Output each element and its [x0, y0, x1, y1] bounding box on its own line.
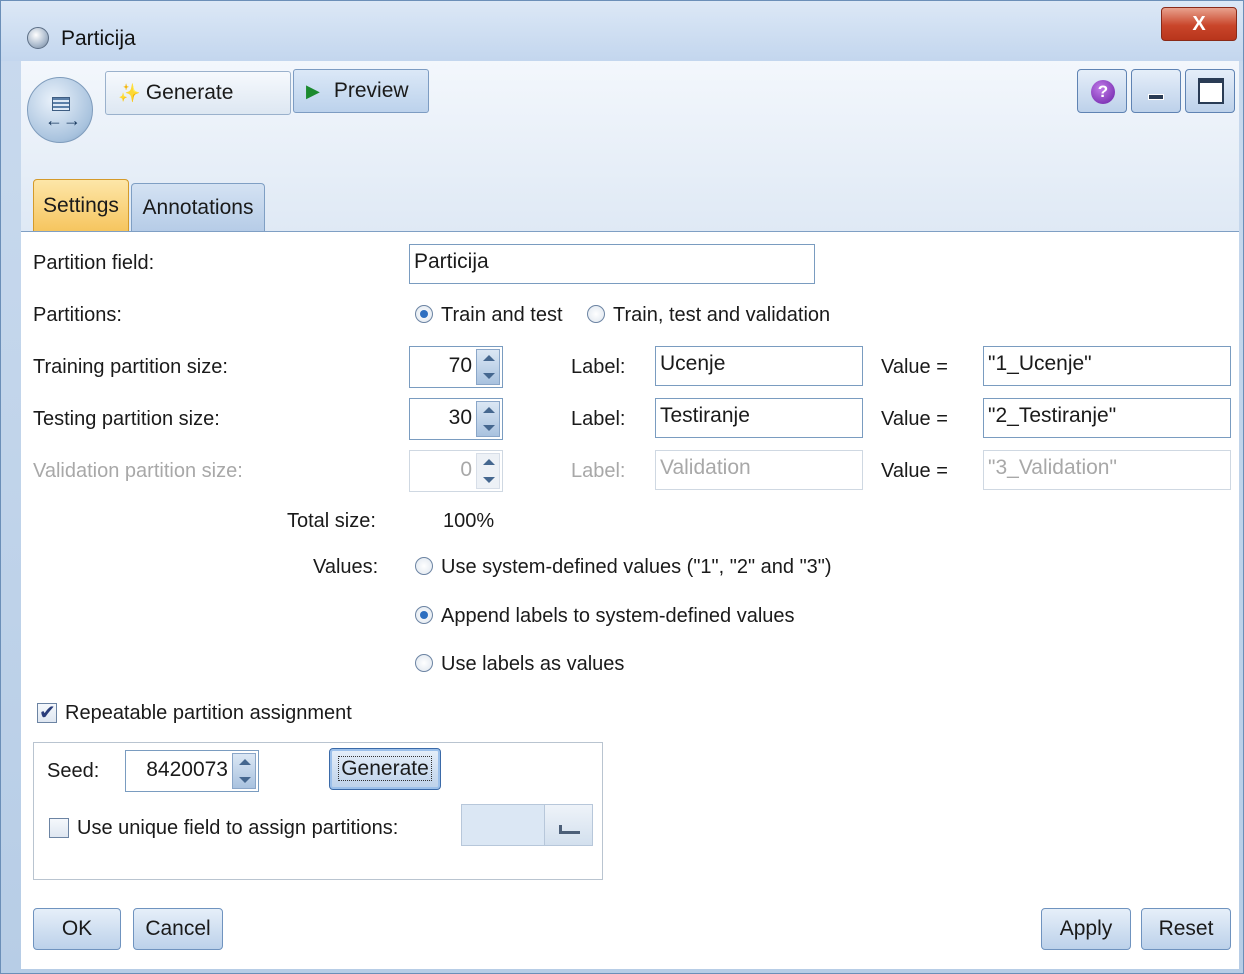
use-labels-label: Use labels as values: [441, 653, 625, 675]
train-and-test-label: Train and test: [441, 304, 563, 326]
tab-settings[interactable]: Settings: [33, 179, 129, 233]
generate-icon: ✨: [118, 83, 141, 103]
testing-value-caption: Value =: [881, 408, 948, 430]
table-grid-icon: [52, 97, 70, 111]
total-size-label: Total size:: [287, 510, 376, 532]
radio-use-labels[interactable]: [415, 654, 433, 672]
partitions-label: Partitions:: [33, 304, 122, 326]
spinner-arrows-icon[interactable]: [476, 401, 500, 437]
testing-label-caption: Label:: [571, 408, 626, 430]
validation-size-stepper: 0: [409, 450, 503, 492]
generate-menu-button[interactable]: ✨ Generate: [105, 71, 291, 115]
validation-label-input: Validation: [655, 450, 863, 490]
validation-value-field: "3_Validation": [983, 450, 1231, 490]
dialog-client: ←→ ✨ Generate ▶ Preview ? Settings Annot…: [21, 61, 1239, 969]
testing-size-label: Testing partition size:: [33, 408, 220, 430]
testing-label-input[interactable]: Testiranje: [655, 398, 863, 438]
training-value-field[interactable]: "1_Ucenje": [983, 346, 1231, 386]
partition-field-label: Partition field:: [33, 252, 155, 274]
cancel-button[interactable]: Cancel: [133, 908, 223, 950]
preview-button[interactable]: ▶ Preview: [293, 69, 429, 113]
minimize-icon: [1148, 94, 1164, 100]
title-bar: Particija X: [1, 1, 1243, 61]
seed-generate-label: Generate: [338, 756, 432, 781]
tab-annotations[interactable]: Annotations: [131, 183, 265, 231]
ok-button[interactable]: OK: [33, 908, 121, 950]
minimize-button[interactable]: [1131, 69, 1181, 113]
spinner-arrows-icon[interactable]: [232, 753, 256, 789]
testing-value-field[interactable]: "2_Testiranje": [983, 398, 1231, 438]
training-size-label: Training partition size:: [33, 356, 228, 378]
close-button[interactable]: X: [1161, 7, 1237, 41]
window-title: Particija: [61, 27, 136, 50]
training-value-caption: Value =: [881, 356, 948, 378]
seed-label: Seed:: [47, 760, 100, 782]
seed-stepper[interactable]: 8420073: [125, 750, 259, 792]
validation-size-label: Validation partition size:: [33, 460, 243, 482]
partition-field-input[interactable]: Particija: [409, 244, 815, 284]
validation-label-caption: Label:: [571, 460, 626, 482]
validation-size-value: 0: [460, 458, 472, 481]
arrows-icon: ←→: [45, 110, 81, 130]
training-size-stepper[interactable]: 70: [409, 346, 503, 388]
seed-generate-button[interactable]: Generate: [329, 748, 441, 790]
preview-label: Preview: [333, 79, 409, 102]
spinner-arrows-icon[interactable]: [476, 349, 500, 385]
reset-button[interactable]: Reset: [1141, 908, 1231, 950]
repeatable-label: Repeatable partition assignment: [65, 702, 352, 724]
radio-train-test-validation[interactable]: [587, 305, 605, 323]
unique-field-select[interactable]: [461, 804, 593, 846]
seed-value: 8420073: [146, 758, 228, 781]
partition-node-icon: ←→: [27, 77, 93, 143]
validation-value-caption: Value =: [881, 460, 948, 482]
repeatable-checkbox[interactable]: [37, 700, 57, 725]
total-size-value: 100%: [443, 510, 495, 532]
field-picker-icon[interactable]: [544, 805, 592, 845]
radio-system-defined-values[interactable]: [415, 557, 433, 575]
toolbar: ←→ ✨ Generate ▶ Preview ? Settings Annot…: [21, 61, 1239, 233]
radio-append-labels[interactable]: [415, 606, 433, 624]
maximize-icon: [1198, 78, 1224, 104]
train-test-validation-label: Train, test and validation: [613, 304, 831, 326]
unique-field-label: Use unique field to assign partitions:: [77, 817, 399, 839]
dialog-window: Particija X ←→ ✨ Generate ▶ Preview ? Se…: [0, 0, 1244, 974]
testing-size-stepper[interactable]: 30: [409, 398, 503, 440]
radio-train-and-test[interactable]: [415, 305, 433, 323]
system-defined-values-label: Use system-defined values ("1", "2" and …: [441, 556, 832, 578]
settings-panel: Partition field: Particija Partitions: T…: [21, 231, 1239, 969]
values-label: Values:: [313, 556, 379, 578]
append-labels-label: Append labels to system-defined values: [441, 605, 795, 627]
generate-menu-label: Generate: [145, 81, 234, 104]
maximize-button[interactable]: [1185, 69, 1235, 113]
app-icon: [27, 27, 49, 49]
training-label-caption: Label:: [571, 356, 626, 378]
preview-icon: ▶: [306, 81, 320, 101]
testing-size-value: 30: [448, 406, 472, 429]
help-button[interactable]: ?: [1077, 69, 1127, 113]
spinner-arrows-icon: [476, 453, 500, 489]
help-icon: ?: [1091, 80, 1115, 104]
unique-field-checkbox[interactable]: [49, 818, 69, 838]
apply-button[interactable]: Apply: [1041, 908, 1131, 950]
training-size-value: 70: [448, 354, 472, 377]
training-label-input[interactable]: Ucenje: [655, 346, 863, 386]
